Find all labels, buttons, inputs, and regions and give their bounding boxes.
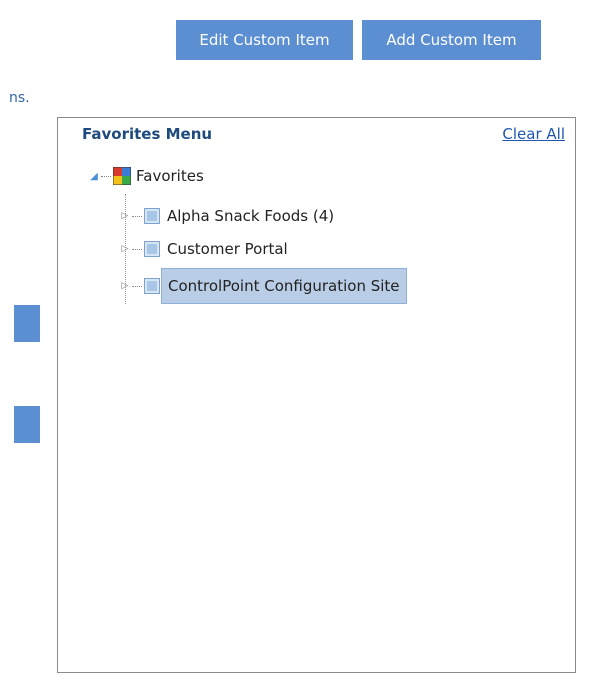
expand-triangle-icon[interactable]: ▷ <box>120 281 130 291</box>
expand-triangle-icon[interactable]: ▷ <box>120 244 130 254</box>
favorites-puzzle-icon <box>112 166 132 186</box>
tree-root-favorites[interactable]: ◢ Favorites <box>89 162 204 190</box>
tree-dots <box>132 248 142 250</box>
clear-all-link[interactable]: Clear All <box>502 125 565 143</box>
edit-custom-item-button[interactable]: Edit Custom Item <box>176 20 353 60</box>
favorites-menu-title: Favorites Menu <box>82 125 213 143</box>
add-custom-item-button[interactable]: Add Custom Item <box>362 20 541 60</box>
tree-root-label: Favorites <box>136 167 204 185</box>
tree-dots <box>101 175 111 177</box>
tree-item-label: Customer Portal <box>167 240 288 258</box>
left-side-button-1[interactable] <box>14 305 40 342</box>
site-icon <box>144 241 160 257</box>
site-icon <box>144 278 160 294</box>
tree-dots <box>132 215 142 217</box>
site-icon <box>144 208 160 224</box>
tree-item-selected[interactable]: ▷ ControlPoint Configuration Site <box>120 268 407 304</box>
tree-item[interactable]: ▷ Customer Portal <box>120 235 294 263</box>
tree-dots <box>132 285 142 287</box>
favorites-menu-panel: Favorites Menu Clear All ◢ Favorites ▷ A… <box>57 117 576 673</box>
tree-item-label: ControlPoint Configuration Site <box>161 268 407 304</box>
left-side-button-2[interactable] <box>14 406 40 443</box>
collapse-triangle-icon[interactable]: ◢ <box>89 171 99 182</box>
clipped-instruction-text: ns. <box>9 90 30 106</box>
tree-item-label: Alpha Snack Foods (4) <box>167 207 335 225</box>
tree-item[interactable]: ▷ Alpha Snack Foods (4) <box>120 202 340 230</box>
expand-triangle-icon[interactable]: ▷ <box>120 211 130 221</box>
